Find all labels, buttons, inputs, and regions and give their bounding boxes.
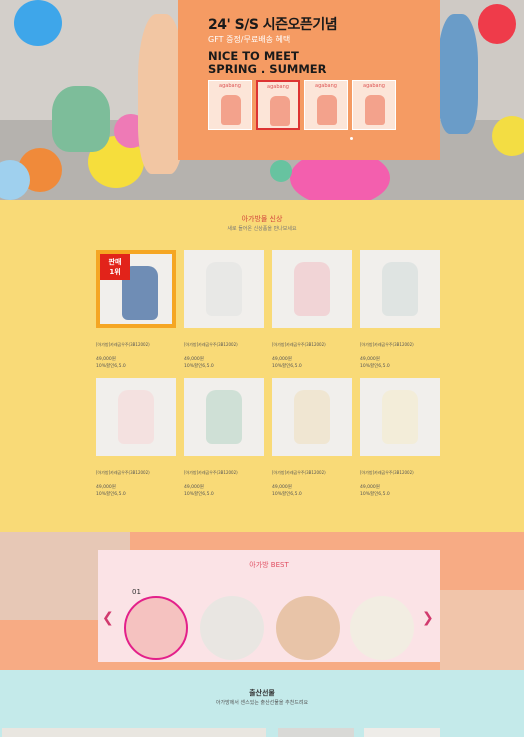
best-rank-label: 01 — [132, 588, 141, 596]
garment-graphic — [382, 262, 418, 316]
garment-graphic — [294, 262, 330, 316]
promo-thumbnail[interactable]: agabang — [256, 80, 300, 130]
product-name[interactable]: [아가방]카레곰우주(3B12002) — [360, 342, 440, 348]
carousel-next-icon[interactable]: ❯ — [422, 610, 434, 626]
product-discount: 10%할인6,5.0 — [360, 364, 390, 369]
product-price: 49,000원 — [360, 485, 380, 490]
promo-thumbnail[interactable]: agabang — [352, 80, 396, 130]
product-image[interactable] — [360, 250, 440, 328]
product-image[interactable] — [272, 378, 352, 456]
product-card[interactable]: [아가방]카레곰우주(3B12002) 49,000원 10%할인6,5.0 — [184, 250, 264, 369]
product-price: 49,000원 — [272, 357, 292, 362]
product-card[interactable]: [아가방]카레곰우주(3B12002) 49,000원 10%할인6,5.0 — [360, 250, 440, 369]
bodysuit-image — [317, 95, 337, 125]
product-card[interactable]: [아가방]카레곰우주(3B12002) 49,000원 10%할인6,5.0 — [184, 378, 264, 497]
product-discount: 10%할인6,5.0 — [96, 364, 126, 369]
best-item[interactable] — [124, 596, 188, 660]
gift-title: 출산선물 — [249, 689, 275, 697]
balloon-red — [478, 4, 516, 44]
garment-graphic — [206, 390, 242, 444]
product-name[interactable]: [아가방]카레곰우주(3B12002) — [96, 470, 176, 476]
product-name[interactable]: [아가방]카레곰우주(3B12002) — [272, 342, 352, 348]
promo-thumbnails: agabang agabang agabang agabang — [208, 80, 396, 130]
thumbnail-brand-label: agabang — [315, 83, 337, 89]
promo-title: 24' S/S 시즌오픈기념 — [208, 17, 338, 33]
page: 24' S/S 시즌오픈기념 GFT 증정/무료배송 혜택 NICE TO ME… — [0, 0, 524, 737]
product-image[interactable] — [360, 378, 440, 456]
bodysuit-image — [365, 95, 385, 125]
new-products-title: 아가방몰 신상 — [241, 215, 283, 223]
best-seller-badge: 판매 1위 — [100, 254, 130, 280]
garment-graphic — [382, 390, 418, 444]
gift-subtitle: 아가방에서 센스있는 출산선물을 추천드려요 — [215, 700, 309, 706]
thumbnail-brand-label: agabang — [267, 84, 289, 90]
product-card[interactable]: [아가방]카레곰우주(3B12002) 49,000원 10%할인6,5.0 — [96, 378, 176, 497]
best-item[interactable] — [350, 596, 414, 660]
product-discount: 10%할인6,5.0 — [96, 492, 126, 497]
product-name[interactable]: [아가방]카레곰우주(3B12002) — [272, 470, 352, 476]
new-products-subtitle: 새로 들어온 신상품을 만나보세요 — [227, 226, 297, 232]
product-price: 49,000원 — [96, 357, 116, 362]
hero-banner[interactable]: 24' S/S 시즌오픈기념 GFT 증정/무료배송 혜택 NICE TO ME… — [0, 0, 524, 200]
best-carousel: 아가방 BEST 01 ❮ ❯ — [98, 550, 440, 662]
carousel-prev-icon[interactable]: ❮ — [102, 610, 114, 626]
product-name[interactable]: [아가방]카레곰우주(3B12002) — [360, 470, 440, 476]
product-image[interactable] — [184, 250, 264, 328]
child-figure-crawling — [52, 86, 110, 152]
product-name[interactable]: [아가방]카레곰우주(3B12002) — [184, 470, 264, 476]
best-item[interactable] — [276, 596, 340, 660]
gift-item-image[interactable] — [2, 728, 266, 737]
promo-panel[interactable]: 24' S/S 시즌오픈기념 GFT 증정/무료배송 혜택 NICE TO ME… — [178, 0, 440, 160]
product-price: 49,000원 — [184, 357, 204, 362]
product-discount: 10%할인6,5.0 — [184, 492, 214, 497]
promo-thumbnail[interactable]: agabang — [208, 80, 252, 130]
product-image[interactable] — [96, 378, 176, 456]
product-discount: 10%할인6,5.0 — [184, 364, 214, 369]
promo-gift-text: GFT 증정/무료배송 혜택 — [208, 35, 291, 44]
gift-item-image[interactable] — [278, 728, 354, 737]
best-section: 아가방 BEST 01 ❮ ❯ — [0, 532, 524, 670]
promo-thumbnail[interactable]: agabang — [304, 80, 348, 130]
gift-item-image[interactable] — [364, 728, 440, 737]
balloon-green — [270, 160, 292, 182]
garment-graphic — [118, 390, 154, 444]
product-name[interactable]: [아가방]카레곰우주(3B12002) — [184, 342, 264, 348]
product-card[interactable]: [아가방]카레곰우주(3B12002) 49,000원 10%할인6,5.0 — [272, 250, 352, 369]
product-image[interactable] — [184, 378, 264, 456]
balloon-yellow-right — [492, 116, 524, 156]
product-price: 49,000원 — [184, 485, 204, 490]
product-image[interactable]: 판매 1위 — [96, 250, 176, 328]
product-discount: 10%할인6,5.0 — [272, 364, 302, 369]
product-price: 49,000원 — [360, 357, 380, 362]
best-item[interactable] — [200, 596, 264, 660]
product-card[interactable]: 판매 1위 [아가방]카레곰우주(3B12002) 49,000원 10%할인6,5.… — [96, 250, 176, 369]
garment-graphic — [206, 262, 242, 316]
product-name[interactable]: [아가방]카레곰우주(3B12002) — [96, 342, 176, 348]
best-bg-photo-right — [440, 590, 524, 670]
bodysuit-image — [221, 95, 241, 125]
balloon-blue — [14, 0, 62, 46]
thumbnail-brand-label: agabang — [363, 83, 385, 89]
promo-headline: NICE TO MEET SPRING . SUMMER — [208, 49, 327, 76]
product-price: 49,000원 — [272, 485, 292, 490]
new-products-section: 아가방몰 신상 새로 들어온 신상품을 만나보세요 판매 1위 [아가방]카레곰우… — [0, 200, 524, 532]
product-discount: 10%할인6,5.0 — [272, 492, 302, 497]
product-discount: 10%할인6,5.0 — [360, 492, 390, 497]
child-figure-right — [438, 14, 478, 134]
product-image[interactable] — [272, 250, 352, 328]
gift-section: 출산선물 아가방에서 센스있는 출산선물을 추천드려요 — [0, 670, 524, 737]
product-card[interactable]: [아가방]카레곰우주(3B12002) 49,000원 10%할인6,5.0 — [272, 378, 352, 497]
product-card[interactable]: [아가방]카레곰우주(3B12002) 49,000원 10%할인6,5.0 — [360, 378, 440, 497]
thumbnail-brand-label: agabang — [219, 83, 241, 89]
product-price: 49,000원 — [96, 485, 116, 490]
bodysuit-image — [270, 96, 290, 126]
promo-pagination-dot[interactable] — [350, 137, 353, 140]
best-title: 아가방 BEST — [249, 561, 289, 569]
garment-graphic — [294, 390, 330, 444]
